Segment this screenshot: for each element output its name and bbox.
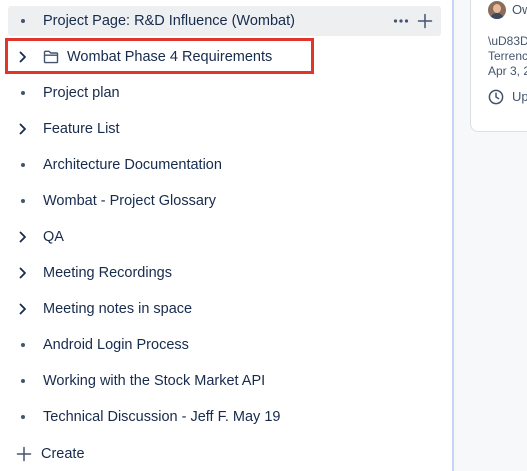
avatar [488,1,506,19]
tree-item-meeting-notes[interactable]: Meeting notes in space [8,294,441,324]
tree-item-android-login[interactable]: Android Login Process [8,330,441,360]
bullet-icon [16,6,30,36]
tree-item-label: Feature List [43,121,120,137]
tree-item-project-plan[interactable]: Project plan [8,78,441,108]
tree-item-label: Technical Discussion - Jeff F. May 19 [43,409,281,425]
page-tree: Project Page: R&D Influence (Wombat) Wom… [0,0,452,471]
chevron-right-icon[interactable] [16,294,30,324]
chevron-right-icon[interactable] [16,222,30,252]
card-line-2: Terrenc [488,49,527,63]
tree-item-wombat-phase-4[interactable]: Wombat Phase 4 Requirements [8,42,441,72]
chevron-right-icon[interactable] [16,114,30,144]
tree-item-label: Working with the Stock Market API [43,373,266,389]
tree-item-stock-market-api[interactable]: Working with the Stock Market API [8,366,441,396]
tree-item-label: Wombat Phase 4 Requirements [67,49,273,65]
chevron-right-icon[interactable] [16,258,30,288]
tree-item-label: Meeting notes in space [43,301,193,317]
plus-icon [16,446,32,462]
tree-item-label: Android Login Process [43,337,189,353]
page-info-card: Ow \uD83D Terrenc Apr 3, 2 Up [470,0,527,132]
add-child-page-icon[interactable] [417,13,433,29]
owner-label: Ow [512,2,527,17]
tree-item-meeting-recordings[interactable]: Meeting Recordings [8,258,441,288]
clock-icon [488,89,504,105]
tree-item-label: Wombat - Project Glossary [43,193,216,209]
card-line-1: \uD83D [488,34,527,48]
card-details: \uD83D Terrenc Apr 3, 2 [488,34,527,79]
folder-icon [43,50,59,64]
tree-item-qa[interactable]: QA [8,222,441,252]
tree-item-label: Meeting Recordings [43,265,172,281]
bullet-icon [16,186,30,216]
tree-item-technical-discussion[interactable]: Technical Discussion - Jeff F. May 19 [8,402,441,432]
updated-row: Up [488,88,527,106]
tree-item-label: Project Page: R&D Influence (Wombat) [43,13,295,29]
bullet-icon [16,150,30,180]
bullet-icon [16,330,30,360]
tree-item-project-page[interactable]: Project Page: R&D Influence (Wombat) [8,6,441,36]
tree-item-feature-list[interactable]: Feature List [8,114,441,144]
bullet-icon [16,78,30,108]
create-button[interactable]: Create [8,439,208,469]
tree-item-label: QA [43,229,64,245]
updated-label: Up [512,89,527,104]
create-label: Create [41,446,85,462]
more-actions-icon[interactable] [393,13,409,29]
bullet-icon [16,366,30,396]
tree-item-architecture-documentation[interactable]: Architecture Documentation [8,150,441,180]
tree-item-label: Architecture Documentation [43,157,222,173]
tree-item-label: Project plan [43,85,120,101]
tree-item-project-glossary[interactable]: Wombat - Project Glossary [8,186,441,216]
chevron-right-icon[interactable] [16,42,30,72]
bullet-icon [16,402,30,432]
card-line-3: Apr 3, 2 [488,64,527,78]
right-panel: Ow \uD83D Terrenc Apr 3, 2 Up [454,0,527,471]
